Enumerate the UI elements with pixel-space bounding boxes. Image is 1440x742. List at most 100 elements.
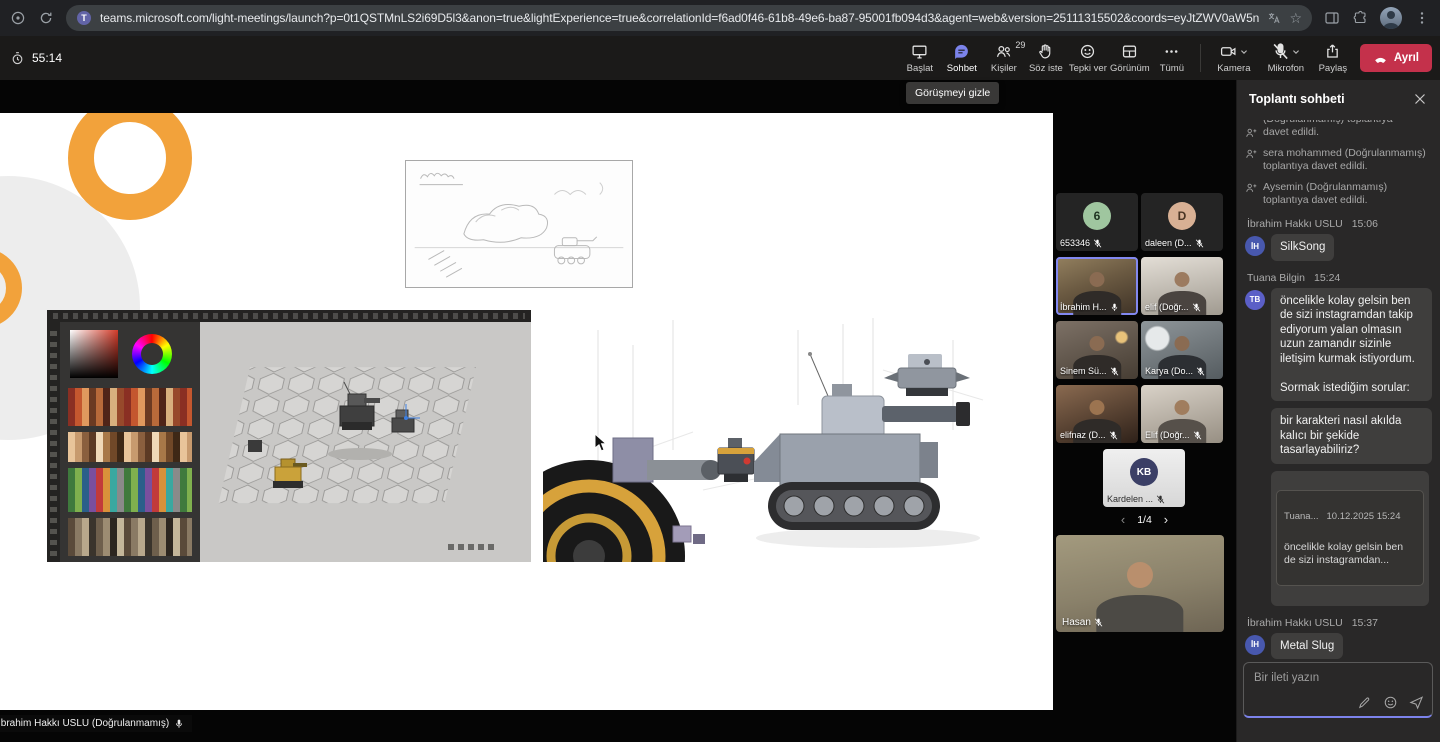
side-panel-icon[interactable] <box>1324 10 1340 26</box>
system-message: sera mohammed (Doğrulanmamış) toplantıya… <box>1245 147 1432 173</box>
participant-name-label: Kardelen ... <box>1107 494 1183 504</box>
share-button[interactable]: Paylaş <box>1312 40 1354 76</box>
stopwatch-icon <box>10 51 25 66</box>
people-button[interactable]: 29 Kişiler <box>983 40 1025 76</box>
share-icon <box>1324 43 1341 60</box>
browser-profile-avatar[interactable] <box>1380 7 1402 29</box>
avatar: D <box>1168 202 1196 230</box>
participant-name-label: 653346 <box>1060 238 1136 248</box>
svg-text:T: T <box>81 13 87 23</box>
view-button[interactable]: Görünüm <box>1109 40 1151 76</box>
chevron-down-icon[interactable] <box>1240 48 1248 56</box>
mic-icon <box>174 719 184 729</box>
send-icon[interactable] <box>1409 695 1424 710</box>
chat-message: Metal Slug <box>1271 633 1343 660</box>
participant-name-label: Elif (Doğr... <box>1145 430 1221 440</box>
system-message: Aysemin (Doğrulanmamış) toplantıya davet… <box>1245 181 1432 207</box>
participant-video <box>1175 400 1190 415</box>
chat-panel: Toplantı sohbeti (Doğrulanmamış) toplant… <box>1236 80 1440 742</box>
format-icon[interactable] <box>1357 695 1372 710</box>
people-icon <box>995 43 1012 60</box>
raise-hand-button[interactable]: Söz iste <box>1025 40 1067 76</box>
mic-off-icon <box>1156 495 1165 504</box>
participant-video <box>1090 272 1105 287</box>
avatar: KB <box>1130 458 1158 486</box>
quoted-message: Tuana... 10.12.2025 15:24 öncelikle kola… <box>1276 490 1424 586</box>
hide-view-tooltip: Görüşmeyi gizle <box>906 82 999 104</box>
browser-menu-icon[interactable] <box>1414 10 1430 26</box>
address-bar[interactable]: T teams.microsoft.com/light-meetings/lau… <box>66 5 1312 31</box>
participant-name-label: elifnaz (D... <box>1060 430 1136 440</box>
message-composer[interactable] <box>1243 662 1433 718</box>
message-sender-header: Tuana Bilgin15:24 <box>1247 272 1432 284</box>
chat-message: SilkSong <box>1271 234 1334 261</box>
refresh-icon[interactable] <box>38 10 54 26</box>
color-wheel <box>132 334 172 374</box>
participant-tile-elif[interactable]: elif (Doğr... <box>1141 257 1223 315</box>
mic-off-icon <box>1093 239 1102 248</box>
start-button[interactable]: Başlat <box>899 40 941 76</box>
chevron-left-icon[interactable]: ‹ <box>1121 512 1125 527</box>
participant-video <box>1090 400 1105 415</box>
participants-pager: ‹ 1/4 › <box>1053 512 1236 527</box>
person-add-icon <box>1245 182 1257 194</box>
participant-tile-elifnaz[interactable]: elifnaz (D... <box>1056 385 1138 443</box>
palette-swatches <box>68 388 192 426</box>
participant-tile-653346[interactable]: 6 653346 <box>1056 193 1138 251</box>
chat-messages: (Doğrulanmamış) toplantıya davet edildi.… <box>1237 120 1440 660</box>
presenter-name-tag: İbrahim Hakkı USLU (Doğrulanmamış) <box>0 715 192 732</box>
participant-tile-kardelen[interactable]: KB Kardelen ... <box>1103 449 1185 507</box>
participant-name-label: Sinem Sü... <box>1060 366 1136 376</box>
composer-actions <box>1357 695 1424 710</box>
participant-video <box>1175 336 1190 351</box>
shared-screen-stage <box>0 113 1053 710</box>
hang-up-icon <box>1373 51 1388 66</box>
microphone-button[interactable]: Mikrofon <box>1260 40 1312 76</box>
avatar: TB <box>1245 290 1265 310</box>
chat-message: bir karakteri nasıl akılda kalıcı bir şe… <box>1271 408 1432 464</box>
participant-tile-karya[interactable]: Karya (Do... <box>1141 321 1223 379</box>
browser-bar: T teams.microsoft.com/light-meetings/lau… <box>0 0 1440 36</box>
chevron-right-icon[interactable]: › <box>1164 512 1168 527</box>
close-icon[interactable] <box>1412 91 1428 107</box>
toolbar-divider <box>1200 44 1201 72</box>
record-icon[interactable] <box>10 10 26 26</box>
extensions-icon[interactable] <box>1352 10 1368 26</box>
chat-icon <box>953 43 970 60</box>
more-button[interactable]: Tümü <box>1151 40 1193 76</box>
storyboard-sketch <box>405 160 633 288</box>
reactions-button[interactable]: Tepki ver <box>1067 40 1109 76</box>
chat-button[interactable]: Sohbet <box>941 40 983 76</box>
mic-off-icon <box>1195 239 1204 248</box>
emoji-icon[interactable] <box>1383 695 1398 710</box>
participant-video <box>1175 272 1190 287</box>
camera-button[interactable]: Kamera <box>1208 40 1260 76</box>
participant-tile-daleen[interactable]: D daleen (D... <box>1141 193 1223 251</box>
leave-button[interactable]: Ayrıl <box>1360 44 1432 72</box>
reaction-icon <box>1079 43 1096 60</box>
translate-icon[interactable] <box>1267 11 1281 25</box>
url-text[interactable]: teams.microsoft.com/light-meetings/launc… <box>100 11 1259 25</box>
meeting-toolbar: 55:14 Başlat Sohbet <box>0 36 1440 80</box>
chat-message: öncelikle kolay gelsin ben de sizi insta… <box>1271 288 1432 402</box>
chat-title: Toplantı sohbeti <box>1249 92 1345 106</box>
participant-tile-ibrahim[interactable]: İbrahim H... <box>1056 257 1138 315</box>
participant-tile-elif2[interactable]: Elif (Doğr... <box>1141 385 1223 443</box>
camera-icon <box>1220 43 1237 60</box>
bookmark-star-icon[interactable]: ☆ <box>1289 11 1302 25</box>
chevron-down-icon[interactable] <box>1292 48 1300 56</box>
chat-header: Toplantı sohbeti <box>1237 80 1440 118</box>
message-input[interactable] <box>1244 663 1432 684</box>
color-picker-square <box>70 330 118 378</box>
render-screenshot <box>543 310 992 562</box>
participant-tile-hasan[interactable]: Hasan <box>1056 535 1224 632</box>
raise-hand-icon <box>1037 43 1054 60</box>
mic-off-icon <box>1110 367 1119 376</box>
participant-name-label: İbrahim H... <box>1060 302 1136 312</box>
mic-off-icon <box>1094 618 1103 627</box>
mic-off-icon <box>1196 367 1205 376</box>
participant-name-label: Karya (Do... <box>1145 366 1221 376</box>
message-sender-header: İbrahim Hakkı USLU15:37 <box>1247 617 1432 629</box>
participant-name-label: Hasan <box>1062 617 1222 628</box>
participant-tile-sinem[interactable]: Sinem Sü... <box>1056 321 1138 379</box>
